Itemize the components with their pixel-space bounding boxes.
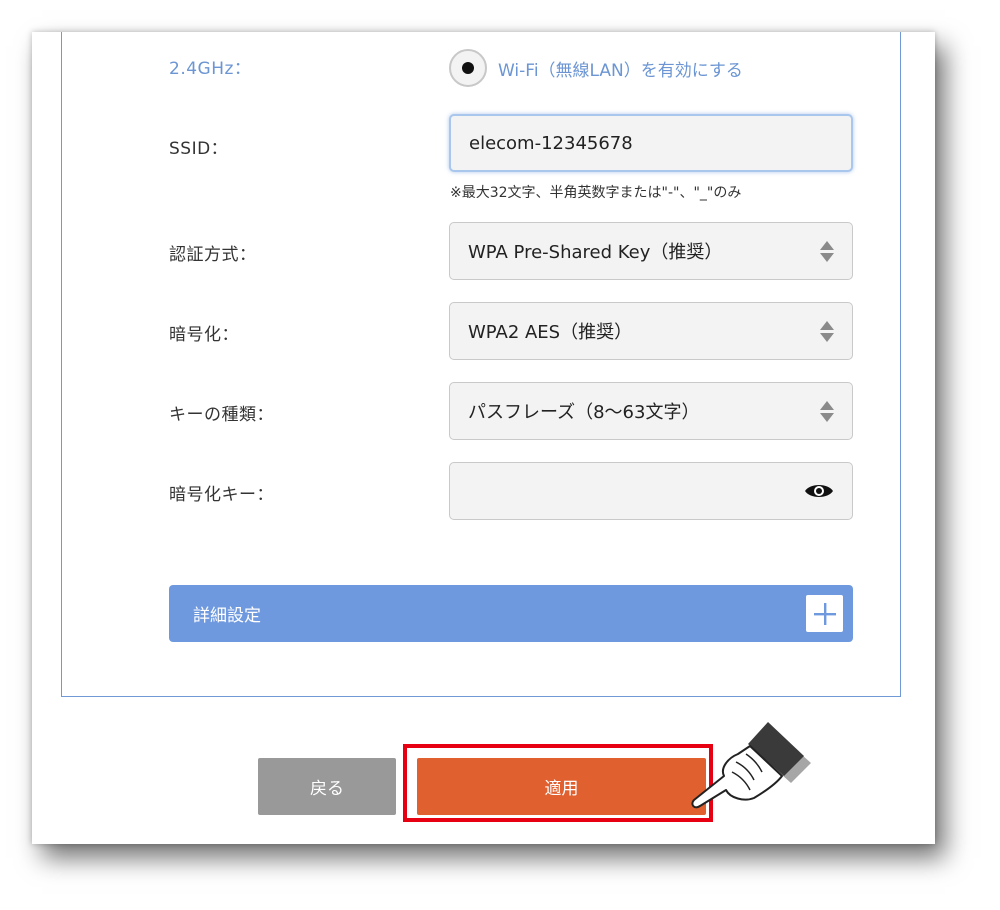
auth-label: 認証方式： xyxy=(169,245,257,265)
keytype-select[interactable]: パスフレーズ（8〜63文字） xyxy=(449,382,853,440)
settings-card: 2.4GHz： Wi-Fi（無線LAN）を有効にする SSID： elecom-… xyxy=(32,32,935,844)
back-button[interactable]: 戻る xyxy=(258,758,396,815)
auth-value: WPA Pre-Shared Key（推奨） xyxy=(468,242,723,263)
pointing-hand-icon xyxy=(691,722,811,809)
apply-button[interactable]: 適用 xyxy=(417,758,706,815)
encryption-value: WPA2 AES（推奨） xyxy=(468,322,633,343)
ssid-note: ※最大32文字、半角英数字または"-"、"_"のみ xyxy=(450,185,742,201)
select-arrows-icon xyxy=(820,400,834,422)
key-label: 暗号化キー： xyxy=(169,485,274,505)
ssid-label: SSID： xyxy=(169,139,229,159)
encryption-select[interactable]: WPA2 AES（推奨） xyxy=(449,302,853,360)
ssid-value: elecom-12345678 xyxy=(469,132,633,154)
advanced-settings-bar[interactable]: 詳細設定 xyxy=(169,585,853,642)
auth-select[interactable]: WPA Pre-Shared Key（推奨） xyxy=(449,222,853,280)
select-arrows-icon xyxy=(820,320,834,342)
radio-selected-dot xyxy=(462,62,474,74)
wifi-settings-panel: 2.4GHz： Wi-Fi（無線LAN）を有効にする SSID： elecom-… xyxy=(61,32,901,697)
key-input[interactable] xyxy=(449,462,853,520)
select-arrows-icon xyxy=(820,240,834,262)
band-label: 2.4GHz： xyxy=(169,59,252,79)
wifi-enable-option[interactable]: Wi-Fi（無線LAN）を有効にする xyxy=(449,48,743,88)
wifi-enable-radio[interactable] xyxy=(449,49,487,87)
encryption-label: 暗号化： xyxy=(169,325,239,345)
advanced-settings-label: 詳細設定 xyxy=(193,606,261,626)
eye-icon[interactable] xyxy=(804,481,834,501)
plus-icon xyxy=(813,602,836,625)
ssid-input[interactable]: elecom-12345678 xyxy=(449,114,853,172)
keytype-value: パスフレーズ（8〜63文字） xyxy=(468,402,700,423)
expand-plus-icon[interactable] xyxy=(806,595,843,632)
wifi-enable-label: Wi-Fi（無線LAN）を有効にする xyxy=(498,60,743,81)
keytype-label: キーの種類： xyxy=(169,405,274,425)
